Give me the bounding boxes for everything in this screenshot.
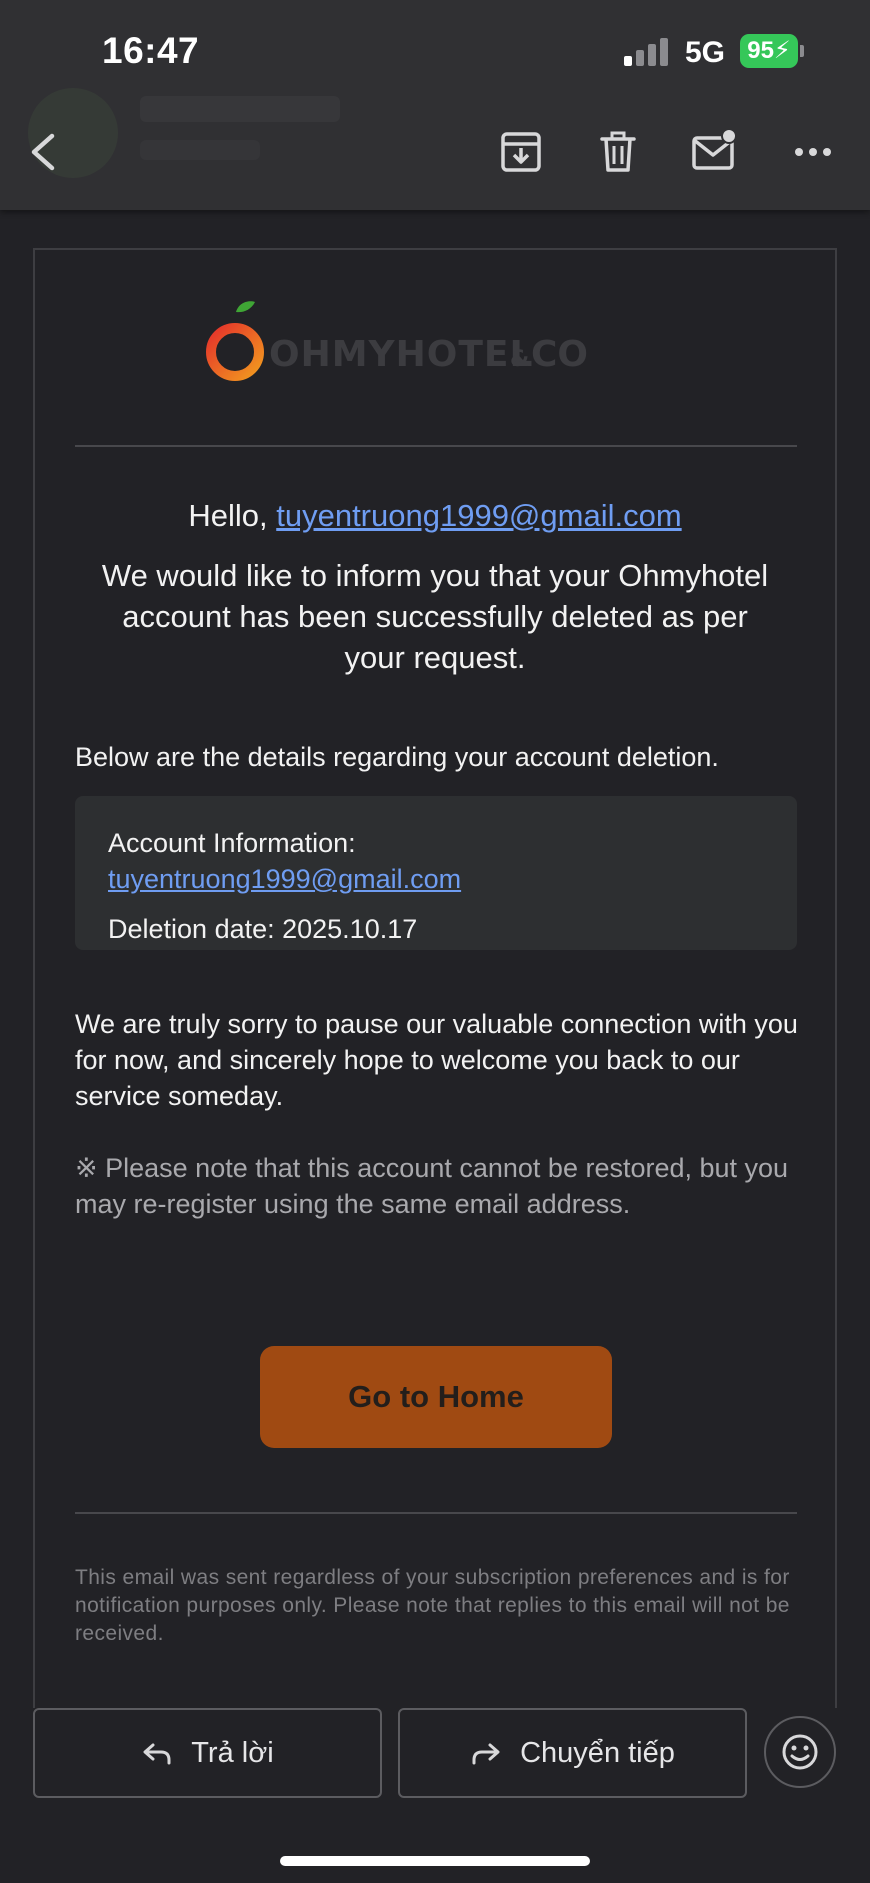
sender-name-placeholder <box>140 96 340 122</box>
mark-unread-icon[interactable] <box>690 128 738 176</box>
sender-subtitle-placeholder <box>140 140 260 160</box>
reply-icon <box>143 1743 171 1765</box>
emoji-button[interactable] <box>764 1716 836 1788</box>
emoji-icon <box>782 1734 818 1770</box>
intro-text: We would like to inform you that your Oh… <box>101 558 769 675</box>
footer-divider <box>75 1512 797 1514</box>
forward-icon <box>472 1743 500 1765</box>
restore-note: ※ Please note that this account cannot b… <box>75 1153 789 1219</box>
battery-nub <box>800 45 804 57</box>
svg-text:OHMYHOTEL: OHMYHOTEL <box>269 334 533 375</box>
status-time: 16:47 <box>102 30 200 71</box>
divider <box>75 445 797 447</box>
account-info-label: Account Information: <box>108 828 356 858</box>
forward-button[interactable]: Chuyển tiếp <box>398 1708 747 1798</box>
battery-indicator: 95⚡ <box>740 34 798 68</box>
archive-icon[interactable] <box>497 128 545 176</box>
deletion-date: Deletion date: 2025.10.17 <box>108 914 418 944</box>
trash-icon[interactable] <box>594 128 642 176</box>
svg-text:CO: CO <box>531 334 588 375</box>
battery-level: 95 <box>747 37 774 64</box>
ohmyhotel-logo: OHMYHOTEL & CO <box>206 301 588 381</box>
reply-label: Trả lời <box>191 1736 274 1769</box>
reply-button[interactable]: Trả lời <box>33 1708 382 1798</box>
charging-bolt-icon: ⚡ <box>773 37 791 64</box>
svg-text:&: & <box>510 347 529 372</box>
network-type: 5G <box>685 36 726 69</box>
details-intro: Below are the details regarding your acc… <box>75 742 719 772</box>
email-body: OHMYHOTEL & CO Hello, tuyentruong1999@gm… <box>33 248 837 1708</box>
go-to-home-button[interactable]: Go to Home <box>260 1346 612 1448</box>
home-indicator <box>280 1856 590 1866</box>
sorry-text: We are truly sorry to pause our valuable… <box>75 1009 798 1111</box>
back-icon[interactable] <box>24 128 64 176</box>
account-email-link[interactable]: tuyentruong1999@gmail.com <box>108 864 461 895</box>
greeting-prefix: Hello, <box>188 498 268 533</box>
footer-note: This email was sent regardless of your s… <box>75 1566 790 1645</box>
account-info-box: Account Information: tuyentruong1999@gma… <box>75 796 797 950</box>
forward-label: Chuyển tiếp <box>520 1736 675 1769</box>
greeting-email-link[interactable]: tuyentruong1999@gmail.com <box>276 498 681 533</box>
signal-icon <box>624 36 674 66</box>
more-icon[interactable] <box>789 128 837 176</box>
top-bar: 16:47 5G 95⚡ <box>0 0 870 210</box>
greeting: Hello, tuyentruong1999@gmail.com <box>35 498 835 534</box>
